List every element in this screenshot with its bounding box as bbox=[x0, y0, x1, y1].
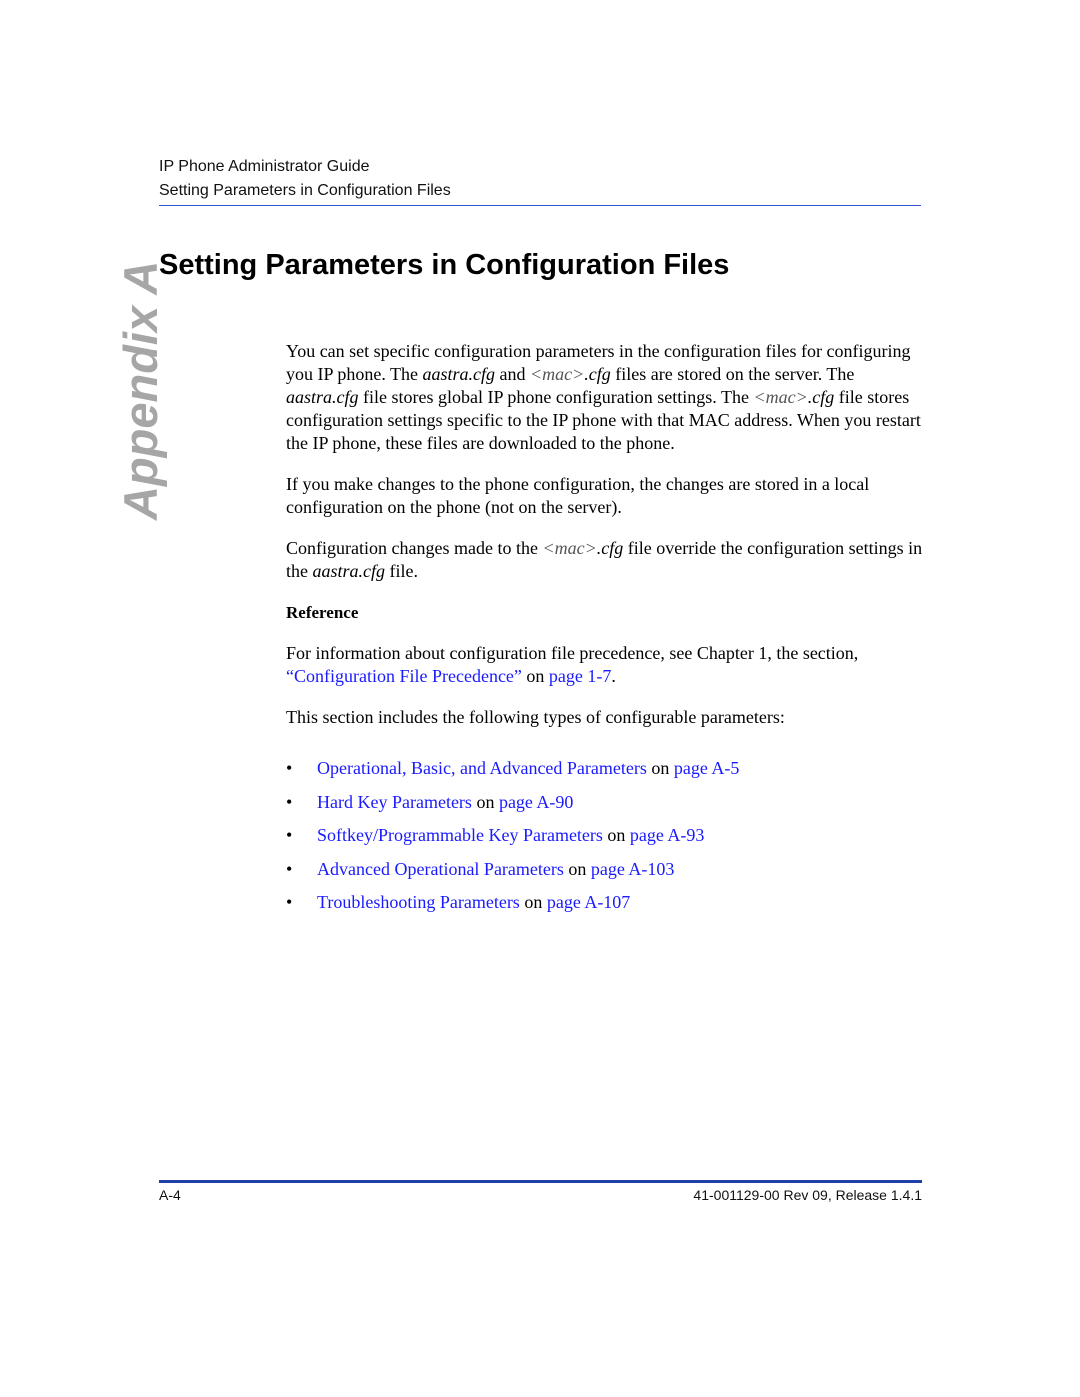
advanced-operational-parameters-link[interactable]: Advanced Operational Parameters bbox=[317, 859, 564, 879]
header-divider bbox=[159, 205, 921, 206]
filename-ext: .cfg bbox=[807, 387, 835, 407]
filename: aastra.cfg bbox=[422, 364, 496, 384]
page-1-7-link[interactable]: page 1-7 bbox=[549, 666, 611, 686]
filename-ext: .cfg bbox=[584, 364, 611, 384]
filename-placeholder: <mac> bbox=[530, 364, 585, 384]
reference-paragraph: For information about configuration file… bbox=[286, 642, 926, 688]
list-intro: This section includes the following type… bbox=[286, 707, 785, 727]
text: on bbox=[471, 791, 499, 812]
list-item: • Advanced Operational Parameters on page… bbox=[286, 858, 926, 892]
filename-placeholder: <mac> bbox=[542, 538, 597, 558]
intro-paragraph-2: If you make changes to the phone configu… bbox=[286, 474, 870, 517]
appendix-side-tab: Appendix A bbox=[114, 260, 167, 520]
page-a-103-link[interactable]: page A-103 bbox=[591, 859, 674, 879]
filename: aastra.cfg bbox=[286, 387, 359, 407]
text: files are stored on the server. The bbox=[610, 364, 855, 384]
list-item: • Troubleshooting Parameters on page A-10… bbox=[286, 891, 926, 925]
page-a-107-link[interactable]: page A-107 bbox=[547, 892, 630, 912]
page-a-90-link[interactable]: page A-90 bbox=[499, 792, 573, 812]
text: file. bbox=[385, 561, 419, 581]
page-body: You can set specific configuration param… bbox=[286, 340, 926, 925]
bullet-icon: • bbox=[286, 758, 293, 778]
text: Configuration changes made to the bbox=[286, 538, 543, 558]
softkey-programmable-key-link[interactable]: Softkey/Programmable Key Parameters bbox=[317, 825, 603, 845]
text: on bbox=[521, 666, 549, 686]
text: . bbox=[611, 666, 616, 686]
text: For information about configuration file… bbox=[286, 643, 859, 663]
configuration-file-precedence-link[interactable]: “Configuration File Precedence” bbox=[286, 666, 522, 686]
text: on bbox=[646, 758, 674, 778]
intro-paragraph-1: You can set specific configuration param… bbox=[286, 340, 926, 455]
text: on bbox=[519, 892, 547, 912]
page-a-5-link[interactable]: page A-5 bbox=[674, 758, 739, 778]
list-item: • Hard Key Parameters on page A-90 bbox=[286, 791, 926, 825]
parameter-types-list: • Operational, Basic, and Advanced Parame… bbox=[286, 757, 926, 925]
footer-divider bbox=[159, 1180, 922, 1183]
hard-key-parameters-link[interactable]: Hard Key Parameters bbox=[317, 792, 472, 812]
text: on bbox=[602, 825, 630, 845]
bullet-icon: • bbox=[286, 892, 293, 912]
guide-title: IP Phone Administrator Guide bbox=[159, 158, 370, 175]
text: and bbox=[495, 364, 531, 384]
bullet-icon: • bbox=[286, 825, 293, 845]
document-id: 41-001129-00 Rev 09, Release 1.4.1 bbox=[693, 1187, 922, 1203]
intro-paragraph-3: Configuration changes made to the <mac>.… bbox=[286, 537, 926, 583]
page-number: A-4 bbox=[159, 1187, 181, 1203]
bullet-icon: • bbox=[286, 791, 293, 812]
header-section-title: Setting Parameters in Configuration File… bbox=[159, 182, 451, 199]
troubleshooting-parameters-link[interactable]: Troubleshooting Parameters bbox=[317, 892, 520, 912]
operational-basic-advanced-link[interactable]: Operational, Basic, and Advanced Paramet… bbox=[317, 758, 647, 778]
page-title: Setting Parameters in Configuration File… bbox=[159, 249, 730, 281]
filename-placeholder: <mac> bbox=[753, 387, 808, 407]
reference-heading: Reference bbox=[286, 603, 359, 622]
running-footer: A-4 41-001129-00 Rev 09, Release 1.4.1 bbox=[159, 1185, 922, 1205]
filename-ext: .cfg bbox=[596, 538, 624, 558]
page-a-93-link[interactable]: page A-93 bbox=[630, 825, 704, 845]
text: on bbox=[563, 858, 591, 879]
running-header: IP Phone Administrator Guide Setting Par… bbox=[159, 155, 921, 203]
list-item: • Softkey/Programmable Key Parameters on … bbox=[286, 824, 926, 858]
text: file stores global IP phone configuratio… bbox=[358, 387, 754, 407]
bullet-icon: • bbox=[286, 858, 293, 879]
filename: aastra.cfg bbox=[312, 561, 386, 581]
list-item: • Operational, Basic, and Advanced Parame… bbox=[286, 757, 926, 791]
